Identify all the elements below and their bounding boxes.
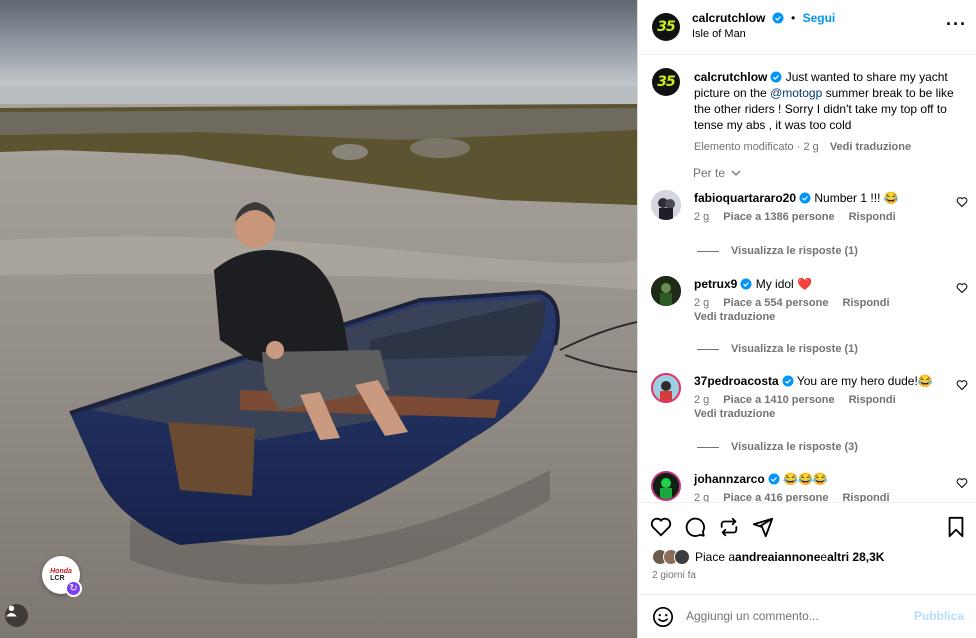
avatar-number: 35 [657,74,676,90]
collab-badge-icon: ↻ [65,580,82,597]
verified-badge-icon [782,375,794,387]
post-header: 35 calcrutchlow • Segui Isle of Man ··· [638,0,976,55]
liker-avatars [652,549,690,565]
edited-label: Elemento modificato [694,141,794,153]
avatar-image [651,190,681,220]
comment-translate[interactable]: Vedi traduzione [694,311,775,323]
comment-like-heart-icon[interactable] [956,196,968,208]
author-username[interactable]: calcrutchlow [692,11,765,25]
emoji-icon[interactable] [652,606,674,628]
liker-avatar [674,549,690,565]
view-replies-button[interactable]: Visualizza le risposte (3) [697,441,858,453]
separator-dot: • [791,11,796,25]
caption-author-avatar[interactable]: 35 [652,68,680,96]
comment-time: 2 g [694,394,710,406]
comment-icon[interactable] [684,516,706,538]
comment-sort-dropdown[interactable]: Per te [693,166,741,180]
comment-username[interactable]: petrux9 [694,277,737,291]
comment-like-heart-icon[interactable] [956,477,968,489]
commenter-avatar[interactable] [651,373,681,403]
comment-time: 2 g [694,492,710,502]
more-options-icon[interactable]: ··· [946,14,967,35]
comment-like-heart-icon[interactable] [956,379,968,391]
comment-likes[interactable]: Piace a 1410 persone [723,394,834,406]
comment-time: 2 g [694,211,710,223]
verified-badge-icon [740,278,752,290]
post-side-panel: 35 calcrutchlow • Segui Isle of Man ··· … [637,0,976,638]
person-icon [6,605,17,617]
comment-username[interactable]: fabioquartararo20 [694,191,796,205]
heart-icon[interactable] [650,516,672,538]
comment-translate[interactable]: Vedi traduzione [694,408,775,420]
comment-username[interactable]: johannzarco [694,472,765,486]
verified-badge-icon [768,473,780,485]
view-replies-button[interactable]: Visualizza le risposte (1) [697,343,858,355]
avatar-number: 35 [657,19,676,35]
caption-username[interactable]: calcrutchlow [694,70,767,84]
follow-button[interactable]: Segui [803,11,836,25]
comment-like-heart-icon[interactable] [956,282,968,294]
caption-time: · 2 g [796,141,819,153]
comment-time: 2 g [694,297,710,309]
comment-text: Number 1 !!! 😂 [814,191,899,205]
send-icon[interactable] [752,516,774,538]
chevron-down-icon [731,170,741,176]
author-avatar[interactable]: 35 [652,13,680,41]
post-actions: Piace a andreaiannone e altri 28,3K 2 gi… [638,502,976,594]
post-time[interactable]: 2 giorni fa [652,570,696,581]
likes-prefix: Piace a [695,550,736,564]
commenter-avatar[interactable] [651,190,681,220]
reply-button[interactable]: Rispondi [849,394,896,406]
comment-likes[interactable]: Piace a 554 persone [723,297,828,309]
reply-button[interactable]: Rispondi [842,492,889,502]
bookmark-icon[interactable] [945,516,967,538]
caption-translate[interactable]: Vedi traduzione [830,141,911,153]
likes-mid: e [820,550,828,564]
verified-badge-icon [799,192,811,204]
post-photo-image [0,0,637,638]
comment-username[interactable]: 37pedroacosta [694,374,779,388]
reply-button[interactable]: Rispondi [842,297,889,309]
repost-icon[interactable] [718,516,740,538]
caption-mention[interactable]: @motogp [770,86,822,100]
verified-badge-icon [770,71,782,83]
comment-text: You are my hero dude!😂 [796,374,933,388]
post-photo[interactable]: Honda LCR ↻ [0,0,637,638]
view-replies-button[interactable]: Visualizza le risposte (1) [697,245,858,257]
avatar-image [653,375,679,401]
avatar-image [651,276,681,306]
comment-input[interactable]: Aggiungi un commento... [686,609,819,623]
likes-user[interactable]: andreaiannone [735,550,820,564]
tagged-users-button[interactable] [5,604,28,627]
location-link[interactable]: Isle of Man [692,28,746,40]
publish-button[interactable]: Pubblica [914,609,964,623]
likes-summary[interactable]: Piace a andreaiannone e altri 28,3K [652,549,884,565]
verified-badge-icon [772,12,784,24]
add-comment-bar: Aggiungi un commento... Pubblica [638,594,976,638]
comment-text: 😂😂😂 [783,472,828,486]
comment-likes[interactable]: Piace a 416 persone [723,492,828,502]
avatar-image [653,473,679,499]
post-caption: calcrutchlow Just wanted to share my yac… [694,69,964,155]
comment-text: My idol ❤️ [755,277,812,291]
commenter-avatar[interactable] [651,276,681,306]
sort-label: Per te [693,166,726,180]
comment-likes[interactable]: Piace a 1386 persone [723,211,834,223]
commenter-avatar[interactable] [651,471,681,501]
brand-logo-text: Honda [50,568,72,575]
comments-list[interactable]: 35 calcrutchlow Just wanted to share my … [638,56,976,502]
likes-others[interactable]: altri 28,3K [827,550,884,564]
reply-button[interactable]: Rispondi [849,211,896,223]
